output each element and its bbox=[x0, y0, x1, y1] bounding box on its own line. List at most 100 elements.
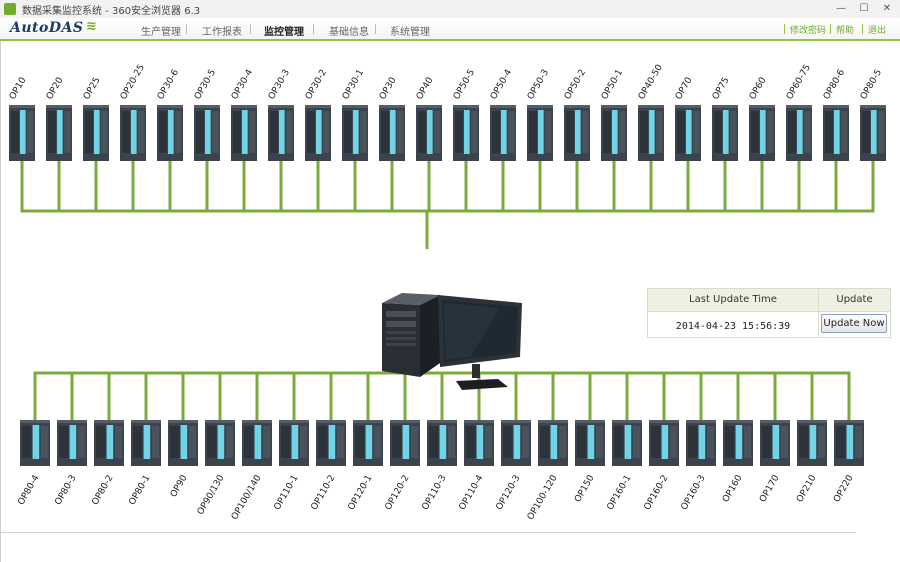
station-label: OP20 bbox=[45, 76, 66, 102]
station-label: OP50-2 bbox=[563, 68, 588, 102]
station-label: OP30-2 bbox=[304, 68, 329, 102]
plc-module-icon[interactable] bbox=[749, 105, 775, 161]
top-station-row bbox=[9, 105, 886, 161]
nav-reports[interactable]: 工作报表 bbox=[202, 23, 242, 38]
plc-module-icon[interactable] bbox=[131, 420, 161, 466]
station-label: OP50-4 bbox=[489, 68, 514, 102]
minimize-button[interactable]: — bbox=[830, 1, 852, 16]
station-label: OP80-1 bbox=[127, 474, 152, 508]
station-label: OP10 bbox=[8, 76, 29, 102]
station-label: OP30-1 bbox=[341, 68, 366, 102]
plc-module-icon[interactable] bbox=[834, 420, 864, 466]
plc-module-icon[interactable] bbox=[860, 105, 886, 161]
nav-monitoring[interactable]: 监控管理 bbox=[264, 23, 304, 38]
plc-module-icon[interactable] bbox=[20, 420, 50, 466]
window-titlebar: 数据采集监控系统 - 360安全浏览器 6.3 — ☐ ✕ bbox=[0, 0, 900, 19]
station-label: OP30-3 bbox=[267, 68, 292, 102]
plc-module-icon[interactable] bbox=[760, 420, 790, 466]
station-label: OP60 bbox=[748, 76, 769, 102]
station-label: OP80-3 bbox=[53, 474, 78, 508]
plc-module-icon[interactable] bbox=[342, 105, 368, 161]
plc-module-icon[interactable] bbox=[675, 105, 701, 161]
station-label: OP50-1 bbox=[600, 68, 625, 102]
station-label: OP150 bbox=[573, 473, 597, 504]
computer-tower-icon bbox=[382, 293, 440, 377]
plc-module-icon[interactable] bbox=[601, 105, 627, 161]
station-label: OP80-6 bbox=[822, 68, 847, 102]
plc-module-icon[interactable] bbox=[279, 420, 309, 466]
plc-module-icon[interactable] bbox=[427, 420, 457, 466]
plc-module-icon[interactable] bbox=[564, 105, 590, 161]
plc-module-icon[interactable] bbox=[638, 105, 664, 161]
maximize-button[interactable]: ☐ bbox=[853, 1, 875, 16]
station-label: OP80-5 bbox=[859, 68, 884, 102]
plc-module-icon[interactable] bbox=[205, 420, 235, 466]
plc-module-icon[interactable] bbox=[120, 105, 146, 161]
last-update-time-value: 2014-04-23 15:56:39 bbox=[675, 321, 791, 332]
station-label: OP220 bbox=[832, 473, 856, 504]
plc-module-icon[interactable] bbox=[723, 420, 753, 466]
help-link[interactable]: 帮助 bbox=[836, 23, 854, 36]
nav-system[interactable]: 系统管理 bbox=[390, 23, 430, 38]
station-label: OP120-1 bbox=[347, 474, 375, 512]
plc-module-icon[interactable] bbox=[316, 420, 346, 466]
toolbar-separator bbox=[862, 24, 863, 34]
plc-module-icon[interactable] bbox=[231, 105, 257, 161]
plc-module-icon[interactable] bbox=[46, 105, 72, 161]
station-label: OP160 bbox=[721, 473, 745, 504]
station-label: OP120-3 bbox=[495, 474, 523, 512]
plc-module-icon[interactable] bbox=[390, 420, 420, 466]
top-station-labels: OP10 OP20 OP25 OP20-25 OP30-6 OP30-5 OP30-4 OP3… bbox=[8, 63, 884, 102]
bottom-station-row bbox=[20, 420, 864, 466]
plc-module-icon[interactable] bbox=[575, 420, 605, 466]
plc-module-icon[interactable] bbox=[268, 105, 294, 161]
plc-module-icon[interactable] bbox=[464, 420, 494, 466]
close-button[interactable]: ✕ bbox=[876, 1, 898, 16]
plc-module-icon[interactable] bbox=[712, 105, 738, 161]
station-label: OP110-4 bbox=[458, 473, 486, 512]
plc-module-icon[interactable] bbox=[538, 420, 568, 466]
plc-module-icon[interactable] bbox=[527, 105, 553, 161]
plc-module-icon[interactable] bbox=[305, 105, 331, 161]
toolbar-separator bbox=[784, 24, 785, 34]
plc-module-icon[interactable] bbox=[83, 105, 109, 161]
plc-module-icon[interactable] bbox=[94, 420, 124, 466]
plc-module-icon[interactable] bbox=[453, 105, 479, 161]
station-label: OP160-3 bbox=[680, 474, 708, 512]
exit-link[interactable]: 退出 bbox=[868, 23, 886, 36]
plc-module-icon[interactable] bbox=[353, 420, 383, 466]
station-label: OP110-3 bbox=[421, 474, 449, 512]
station-label: OP100/140 bbox=[230, 473, 264, 521]
plc-module-icon[interactable] bbox=[157, 105, 183, 161]
station-label: OP110-2 bbox=[310, 474, 338, 512]
station-label: OP40-50 bbox=[637, 63, 665, 102]
plc-module-icon[interactable] bbox=[9, 105, 35, 161]
plc-module-icon[interactable] bbox=[490, 105, 516, 161]
station-label: OP50-3 bbox=[526, 68, 551, 102]
toolbar-separator bbox=[830, 24, 831, 34]
plc-module-icon[interactable] bbox=[797, 420, 827, 466]
plc-module-icon[interactable] bbox=[379, 105, 405, 161]
plc-module-icon[interactable] bbox=[686, 420, 716, 466]
plc-module-icon[interactable] bbox=[501, 420, 531, 466]
station-label: OP90 bbox=[169, 473, 190, 499]
server-computer[interactable] bbox=[382, 293, 522, 390]
nav-basic-info[interactable]: 基础信息 bbox=[329, 23, 369, 38]
plc-module-icon[interactable] bbox=[57, 420, 87, 466]
app-logo: AutoDAS bbox=[10, 20, 84, 36]
plc-module-icon[interactable] bbox=[823, 105, 849, 161]
nav-separator bbox=[250, 24, 251, 34]
app-icon bbox=[4, 3, 16, 15]
station-label: OP80-4 bbox=[16, 473, 41, 507]
station-label: OP50-5 bbox=[452, 68, 477, 102]
nav-production[interactable]: 生产管理 bbox=[141, 23, 181, 38]
update-now-button[interactable]: Update Now bbox=[821, 314, 887, 333]
change-password-link[interactable]: 修改密码 bbox=[790, 23, 826, 36]
plc-module-icon[interactable] bbox=[194, 105, 220, 161]
plc-module-icon[interactable] bbox=[612, 420, 642, 466]
plc-module-icon[interactable] bbox=[168, 420, 198, 466]
plc-module-icon[interactable] bbox=[416, 105, 442, 161]
plc-module-icon[interactable] bbox=[242, 420, 272, 466]
plc-module-icon[interactable] bbox=[649, 420, 679, 466]
plc-module-icon[interactable] bbox=[786, 105, 812, 161]
